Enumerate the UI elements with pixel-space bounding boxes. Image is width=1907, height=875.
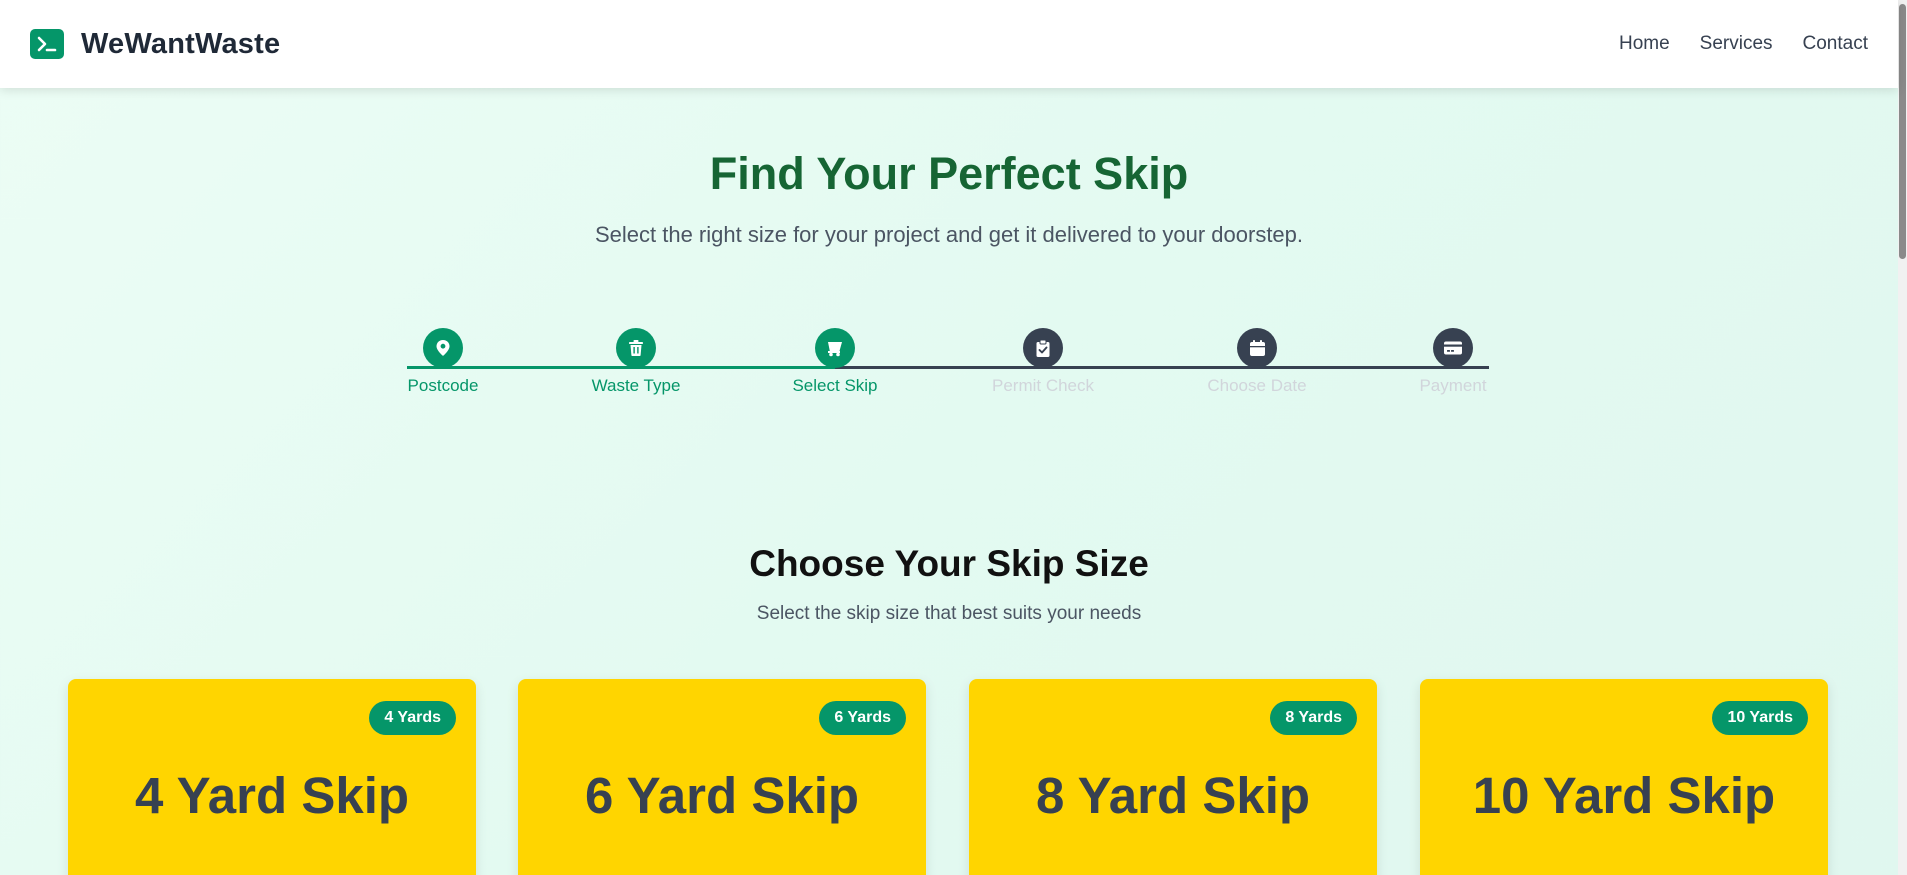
step-label: Permit Check	[991, 376, 1095, 395]
calendar-icon	[1237, 328, 1277, 368]
step-select-skip[interactable]: Select Skip	[765, 328, 905, 396]
step-waste-type[interactable]: Waste Type	[566, 328, 706, 396]
brand[interactable]: WeWantWaste	[30, 28, 280, 61]
step-label: Waste Type	[591, 376, 681, 395]
size-badge: 10 Yards	[1712, 701, 1808, 735]
scrollbar-thumb[interactable]	[1899, 4, 1906, 259]
section-title: Choose Your Skip Size	[749, 543, 1149, 584]
step-label: Payment	[1419, 376, 1487, 395]
nav-home-link[interactable]: Home	[1619, 33, 1670, 55]
size-badge: 6 Yards	[819, 701, 906, 735]
site-header: WeWantWaste Home Services Contact	[0, 0, 1898, 88]
step-permit-check[interactable]: Permit Check	[973, 328, 1113, 396]
progress-stepper: Postcode Waste Type Select Skip Permit C…	[407, 328, 1489, 400]
nav-contact-link[interactable]: Contact	[1803, 33, 1868, 55]
size-badge: 4 Yards	[369, 701, 456, 735]
page-title: Find Your Perfect Skip	[709, 148, 1189, 199]
skip-card-8-yard[interactable]: 8 Yards 8 Yard Skip	[969, 679, 1377, 875]
step-postcode[interactable]: Postcode	[373, 328, 513, 396]
skip-card-10-yard[interactable]: 10 Yards 10 Yard Skip	[1420, 679, 1828, 875]
brand-name: WeWantWaste	[81, 27, 281, 60]
step-choose-date[interactable]: Choose Date	[1187, 328, 1327, 396]
map-pin-icon	[423, 328, 463, 368]
trash-icon	[616, 328, 656, 368]
skip-card-title: 4 Yard Skip	[134, 767, 410, 824]
page-subtitle: Select the right size for your project a…	[594, 222, 1304, 247]
clipboard-check-icon	[1023, 328, 1063, 368]
skip-card-title: 8 Yard Skip	[1035, 767, 1311, 824]
skip-card-title: 6 Yard Skip	[584, 767, 860, 824]
skip-card-4-yard[interactable]: 4 Yards 4 Yard Skip	[68, 679, 476, 875]
step-label: Choose Date	[1207, 376, 1307, 395]
step-label: Postcode	[407, 376, 479, 395]
page-scrollbar[interactable]	[1898, 0, 1907, 875]
step-label: Select Skip	[792, 376, 878, 395]
main-nav: Home Services Contact	[1619, 33, 1868, 55]
truck-icon	[815, 328, 855, 368]
credit-card-icon	[1433, 328, 1473, 368]
skip-card-6-yard[interactable]: 6 Yards 6 Yard Skip	[518, 679, 926, 875]
step-payment[interactable]: Payment	[1383, 328, 1523, 396]
size-badge: 8 Yards	[1270, 701, 1357, 735]
section-subtitle: Select the skip size that best suits you…	[756, 603, 1142, 624]
skip-card-title: 10 Yard Skip	[1472, 767, 1776, 824]
nav-services-link[interactable]: Services	[1700, 33, 1773, 55]
terminal-icon	[30, 29, 64, 59]
